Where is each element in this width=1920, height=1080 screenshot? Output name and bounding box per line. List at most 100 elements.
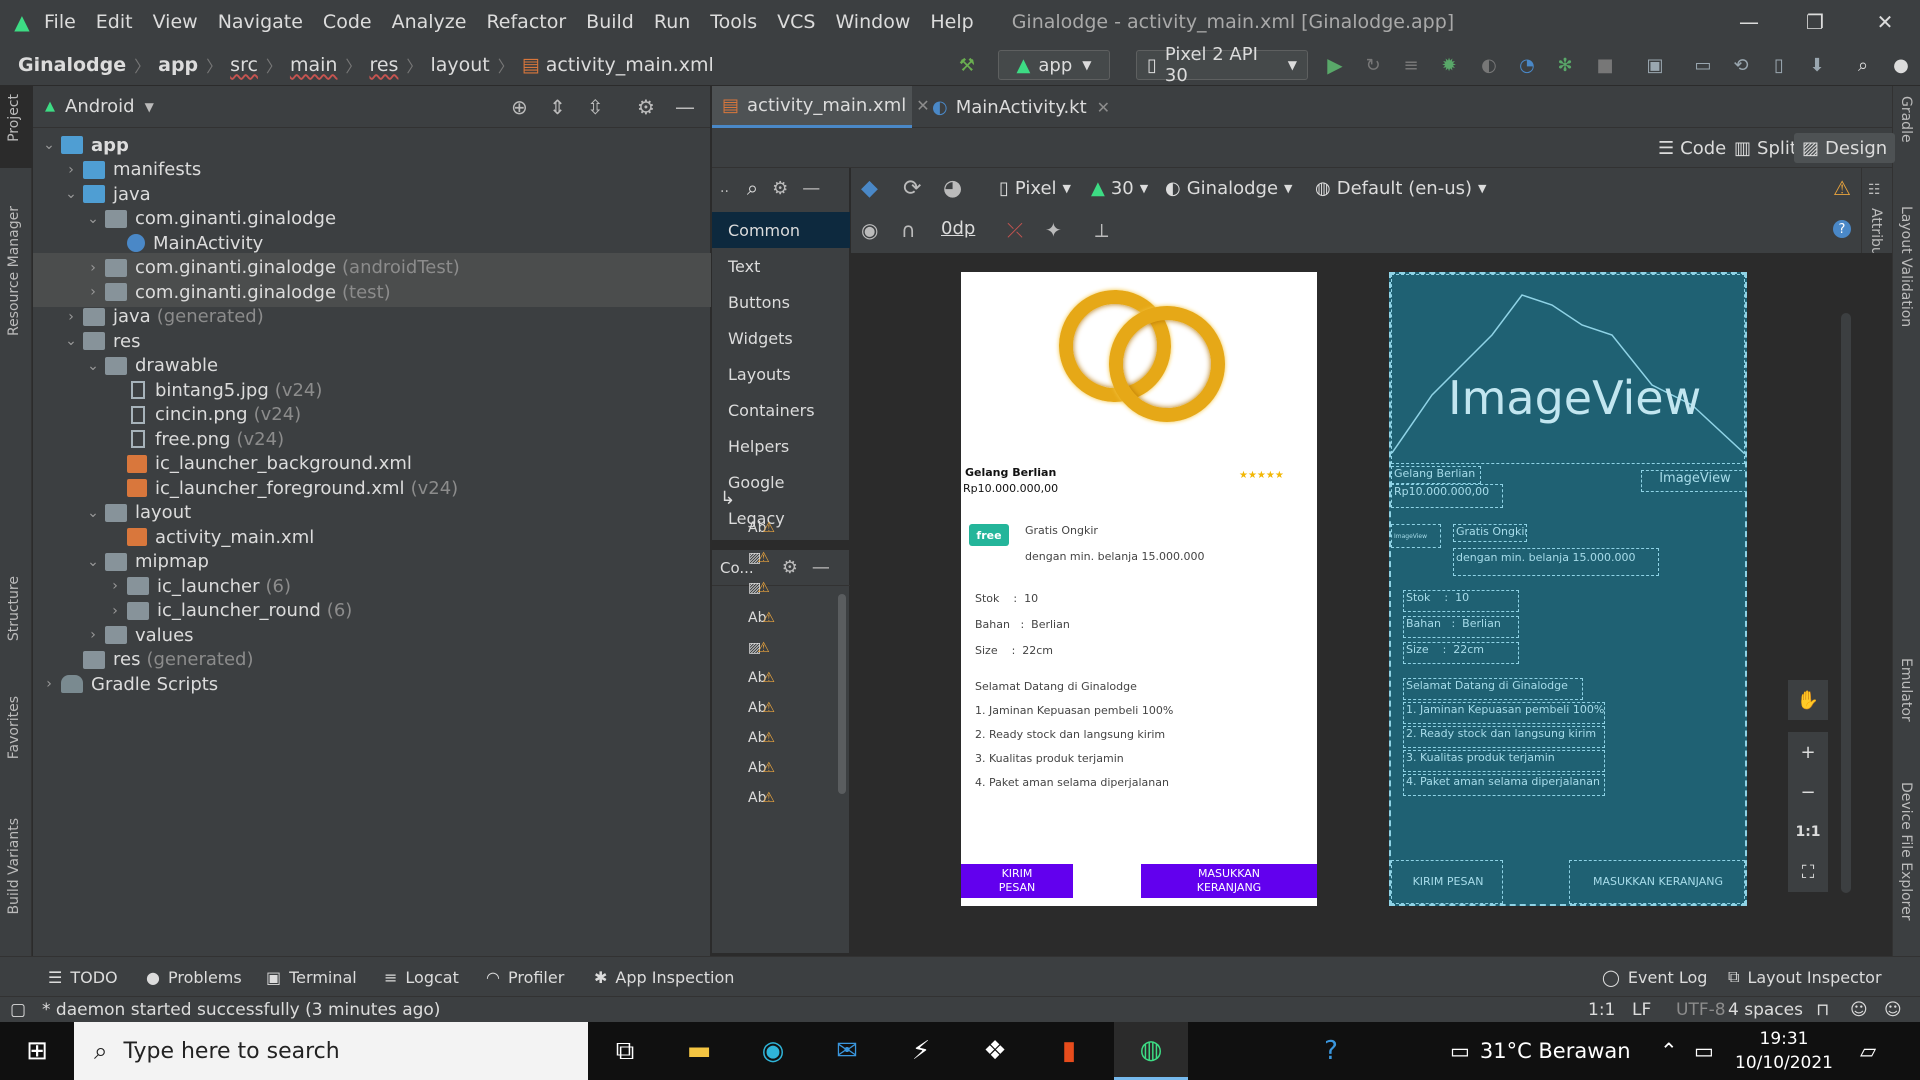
run-icon[interactable]: ▶	[1320, 50, 1350, 80]
blueprint-material[interactable]: Bahan : Berlian	[1403, 616, 1519, 638]
tool-tab-app-inspection[interactable]: ✱ App Inspection	[594, 957, 734, 997]
hide-icon[interactable]: —	[675, 95, 695, 119]
tab-resource-manager[interactable]: Resource Manager	[6, 206, 22, 336]
locate-icon[interactable]: ⊕	[511, 95, 528, 119]
warning-icon[interactable]: ⚠	[1833, 176, 1851, 200]
pan-hand-icon[interactable]: ✋	[1788, 680, 1828, 720]
tool-tab-problems[interactable]: ● Problems	[146, 957, 242, 997]
chevron-down-icon[interactable]: ⌄	[81, 554, 105, 570]
taskbar-search-box[interactable]: ⌕ Type here to search	[74, 1022, 588, 1080]
apply-changes-icon[interactable]: ≡	[1396, 50, 1426, 80]
menu-vcs[interactable]: VCS	[777, 11, 815, 33]
orientation-icon[interactable]: ⟳	[903, 176, 921, 201]
lock-icon[interactable]: ⊓	[1816, 997, 1829, 1023]
mode-code-button[interactable]: ☰ Code	[1650, 133, 1734, 163]
scrollbar[interactable]	[838, 594, 846, 794]
sdk-manager-icon[interactable]: ⬇	[1802, 50, 1832, 80]
send-message-button[interactable]: KIRIM PESAN	[961, 864, 1073, 898]
infer-constraints-icon[interactable]: ✦	[1045, 218, 1062, 242]
blueprint-rating-image[interactable]: ImageView	[1641, 470, 1745, 492]
eye-icon[interactable]: ◉	[861, 218, 878, 242]
tree-item[interactable]: › Gradle Scripts	[33, 669, 711, 699]
android-studio-icon[interactable]: ◍	[1114, 1022, 1188, 1080]
tab-layout-validation[interactable]: Layout Validation	[1898, 206, 1914, 327]
guidelines-icon[interactable]: ⟂	[1095, 218, 1108, 242]
device-select[interactable]: ▯ Pixel 2 API 30 ▼	[1136, 44, 1308, 86]
sync-gradle-icon[interactable]: ⟲	[1726, 50, 1756, 80]
chevron-right-icon[interactable]: ›	[103, 578, 127, 594]
tab-gradle[interactable]: Gradle	[1898, 96, 1914, 143]
breadcrumb-layout[interactable]: layout	[430, 54, 489, 76]
design-preview[interactable]: Gelang Berlian Rp10.000.000,00 ★★★★★ fre…	[961, 272, 1317, 906]
textview-item[interactable]: Ab⚠	[748, 520, 775, 536]
menu-build[interactable]: Build	[586, 11, 634, 33]
blueprint-benefit[interactable]: 3. Kualitas produk terjamin	[1403, 750, 1605, 772]
tab-activity-main[interactable]: ▤ activity_main.xml ✕	[712, 86, 930, 128]
blueprint-size[interactable]: Size : 22cm	[1403, 642, 1519, 664]
hide-icon[interactable]: —	[802, 178, 820, 199]
chevron-right-icon[interactable]: ›	[37, 676, 61, 692]
help-icon[interactable]: ?	[1833, 220, 1851, 238]
user-icon[interactable]: ●	[1886, 50, 1916, 80]
tool-tab-event-log[interactable]: ◯ Event Log	[1602, 957, 1707, 997]
app-icon[interactable]: ⚡	[884, 1022, 958, 1080]
weather-widget[interactable]: ▭ 31°C Berawan	[1450, 1022, 1631, 1080]
menu-tools[interactable]: Tools	[710, 11, 757, 33]
chevron-right-icon[interactable]: ›	[81, 627, 105, 643]
locale-select[interactable]: ◍ Default (en-us) ▼	[1315, 178, 1487, 199]
blueprint-stock[interactable]: Stok : 10	[1403, 590, 1519, 612]
run-config-select[interactable]: ▲ app ▼	[998, 50, 1110, 80]
breadcrumb-app[interactable]: app	[158, 54, 198, 76]
gear-icon[interactable]: ⚙	[637, 95, 655, 119]
menu-view[interactable]: View	[153, 11, 198, 33]
textview-item[interactable]: Ab⚠	[748, 700, 775, 716]
windows-start-icon[interactable]: ⊞	[0, 1022, 74, 1080]
restore-icon[interactable]: ❐	[1780, 0, 1850, 44]
build-hammer-icon[interactable]: ⚒	[952, 50, 982, 80]
textview-item[interactable]: Ab⚠	[748, 730, 775, 746]
night-mode-icon[interactable]: ◕	[943, 176, 962, 201]
menu-window[interactable]: Window	[835, 11, 910, 33]
file-explorer-icon[interactable]: ▬	[662, 1022, 736, 1080]
chevron-right-icon[interactable]: ›	[81, 260, 105, 276]
help-icon[interactable]: ?	[1294, 1022, 1368, 1080]
office-icon[interactable]: ▮	[1032, 1022, 1106, 1080]
search-icon[interactable]: ⌕	[1848, 50, 1878, 80]
menu-analyze[interactable]: Analyze	[392, 11, 467, 33]
textview-item[interactable]: Ab⚠	[748, 790, 775, 806]
textview-item[interactable]: Ab⚠	[748, 670, 775, 686]
blueprint-benefit[interactable]: 2. Ready stock dan langsung kirim	[1403, 726, 1605, 748]
menu-refactor[interactable]: Refactor	[486, 11, 566, 33]
tab-project[interactable]: Project	[6, 94, 22, 142]
breadcrumb-main[interactable]: main	[290, 54, 337, 76]
mail-icon[interactable]: ✉	[810, 1022, 884, 1080]
breadcrumb-project[interactable]: Ginalodge	[18, 54, 126, 76]
palette-category-layouts[interactable]: Layouts	[712, 356, 850, 392]
palette-category-buttons[interactable]: Buttons	[712, 284, 850, 320]
tab-favorites[interactable]: Favorites	[6, 696, 22, 759]
hide-icon[interactable]: —	[812, 557, 830, 578]
chevron-right-icon[interactable]: ›	[59, 309, 83, 325]
blueprint-free-image[interactable]: ImageView	[1391, 524, 1441, 548]
search-icon[interactable]: ⌕	[747, 176, 758, 200]
blueprint-shipping-title[interactable]: Gratis Ongkir	[1453, 524, 1527, 542]
textview-item[interactable]: Ab⚠	[748, 760, 775, 776]
blueprint-benefit[interactable]: 4. Paket aman selama diperjalanan	[1403, 774, 1605, 796]
blueprint-imageview[interactable]: ImageView	[1391, 274, 1745, 464]
breadcrumb-src[interactable]: src	[230, 54, 258, 76]
rerun-icon[interactable]: ↻	[1358, 50, 1388, 80]
face-icon[interactable]: ☺	[1884, 997, 1902, 1023]
theme-select[interactable]: ◐ Ginalodge ▼	[1165, 178, 1293, 199]
layers-icon[interactable]: ◆	[861, 176, 878, 201]
scrollbar[interactable]	[1841, 313, 1851, 893]
gear-icon[interactable]: ⚙	[772, 178, 788, 199]
chevron-down-icon[interactable]: ⌄	[59, 186, 83, 202]
menu-edit[interactable]: Edit	[96, 11, 133, 33]
api-level-select[interactable]: ▲ 30 ▼	[1091, 178, 1148, 199]
stop-icon[interactable]: ■	[1590, 50, 1620, 80]
zoom-to-fit-icon[interactable]: ⛶	[1788, 852, 1828, 892]
minimize-icon[interactable]: —	[1714, 0, 1784, 44]
debug-icon[interactable]: ✹	[1434, 50, 1464, 80]
chevron-down-icon[interactable]: ⌄	[59, 333, 83, 349]
mode-design-button[interactable]: ▨ Design	[1794, 133, 1896, 163]
